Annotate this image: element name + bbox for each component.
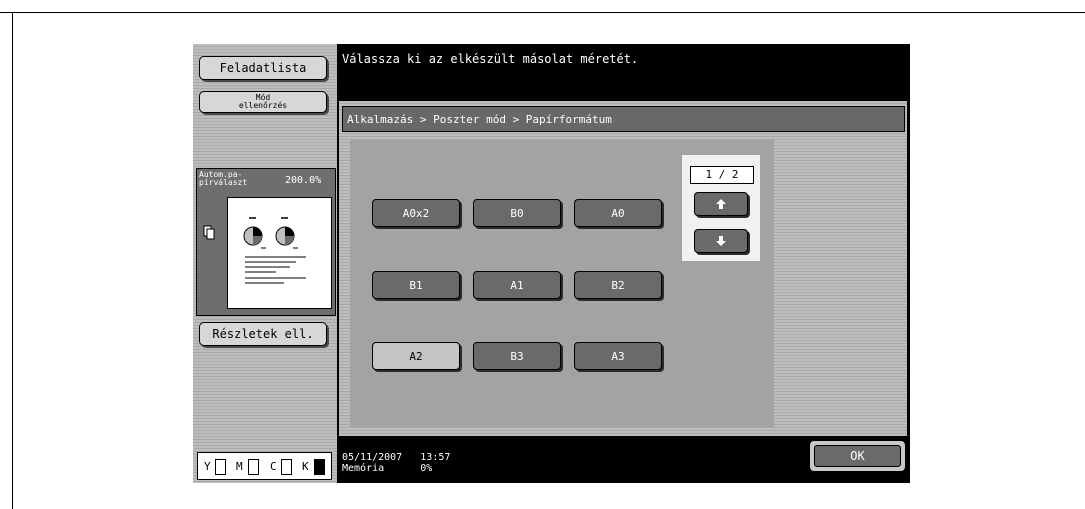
document-preview-icon	[243, 217, 306, 284]
toner-k-bar	[314, 459, 325, 475]
toner-c-label: C	[270, 460, 277, 473]
ok-button[interactable]: OK	[809, 440, 906, 472]
auto-paper-panel: Autom.pa- pírválaszt 200.0%	[196, 168, 336, 316]
status-time: 13:57	[420, 452, 451, 463]
breadcrumb: Alkalmazás > Poszter mód > Papírformátum	[342, 106, 905, 132]
zoom-ratio: 200.0%	[285, 175, 322, 186]
toner-y-bar	[215, 459, 226, 475]
mode-check-button[interactable]: Mód ellenőrzés	[199, 91, 327, 113]
details-check-button[interactable]: Részletek ell.	[199, 322, 327, 346]
page-down-button[interactable]	[694, 229, 748, 253]
copies-icon	[203, 225, 215, 240]
status-date: 05/11/2007	[342, 452, 403, 463]
arrow-down-icon	[716, 236, 726, 246]
paper-size-a2-button[interactable]: A2	[372, 342, 460, 370]
page-indicator: 1 / 2	[690, 166, 754, 184]
memory-value: 0%	[420, 463, 433, 474]
page-up-button[interactable]	[694, 192, 748, 216]
arrow-up-icon	[716, 199, 726, 209]
paper-size-b2-button[interactable]: B2	[574, 271, 662, 299]
toner-c-bar	[281, 459, 292, 475]
paper-size-a0x2-button[interactable]: A0x2	[372, 199, 460, 227]
frame-top-line	[0, 12, 1085, 13]
paper-size-a1-button[interactable]: A1	[473, 271, 561, 299]
paper-size-b1-button[interactable]: B1	[372, 271, 460, 299]
toner-m-bar	[248, 459, 259, 475]
paper-size-b0-button[interactable]: B0	[473, 199, 561, 227]
auto-paper-label: Autom.pa- pírválaszt	[199, 170, 248, 187]
toner-m-label: M	[236, 460, 243, 473]
paper-size-b3-button[interactable]: B3	[473, 342, 561, 370]
paper-size-a0-button[interactable]: A0	[574, 199, 662, 227]
memory-label: Memória	[342, 463, 385, 474]
toner-k-label: K	[302, 460, 309, 473]
copy-preview	[227, 197, 332, 309]
paper-size-a3-button[interactable]: A3	[574, 342, 662, 370]
frame-left-line	[12, 12, 13, 509]
ok-button-label: OK	[814, 445, 901, 467]
toner-levels: Y M C K	[197, 452, 332, 480]
toner-y-label: Y	[204, 460, 211, 473]
status-bar: 05/11/2007 13:57 Memória 0%	[342, 452, 450, 474]
instruction-message: Válassza ki az elkészült másolat méretét…	[342, 52, 639, 66]
job-list-button[interactable]: Feladatlista	[199, 56, 327, 80]
